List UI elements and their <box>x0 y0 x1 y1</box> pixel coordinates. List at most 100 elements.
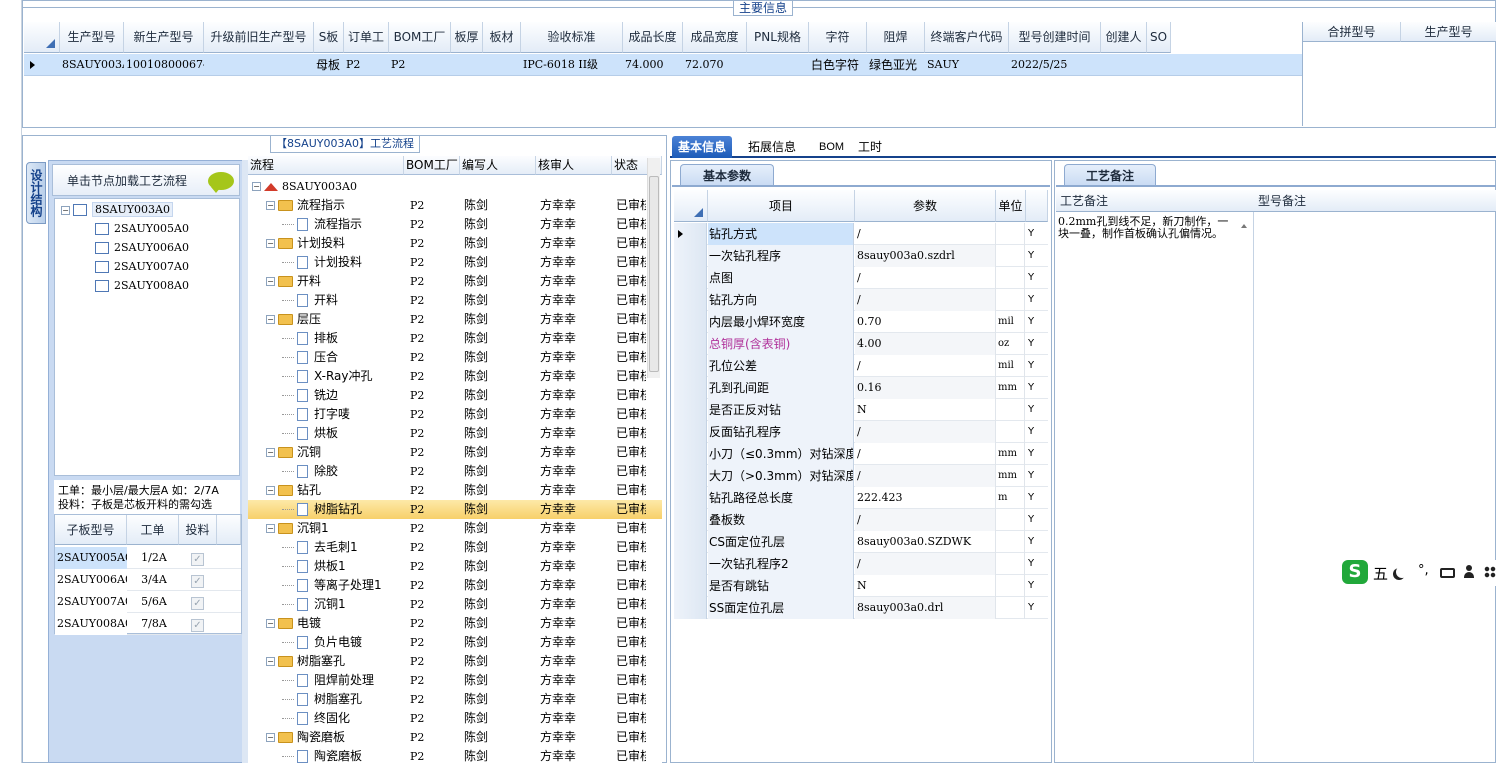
bp-col-param[interactable]: 参数 <box>855 190 996 222</box>
tab-basic-info[interactable]: 基本信息 <box>672 136 733 158</box>
col-header[interactable]: 终端客户代码 <box>925 22 1009 53</box>
structure-node[interactable]: 2SAUY006A0 <box>95 239 189 257</box>
process-row[interactable]: 压合 P2 陈剑 方幸幸 已审核 <box>248 348 662 367</box>
process-row[interactable]: 等离子处理1 P2 陈剑 方幸幸 已审核 <box>248 576 662 595</box>
param-row[interactable]: 是否有跳钻 N Y <box>674 575 1048 597</box>
col-header[interactable]: SO <box>1147 22 1171 53</box>
col-header[interactable]: 升级前旧生产型号 <box>204 22 314 53</box>
feed-checkbox[interactable]: ✓ <box>191 597 204 610</box>
sub-order[interactable]: 7/8A <box>127 613 179 635</box>
col-header[interactable]: 型号创建时间 <box>1009 22 1101 53</box>
process-row[interactable]: 烘板1 P2 陈剑 方幸幸 已审核 <box>248 557 662 576</box>
tab-bom[interactable]: BOM <box>813 136 850 158</box>
structure-node[interactable]: 2SAUY007A0 <box>95 258 189 276</box>
tab-work-hours[interactable]: 工时 <box>852 136 888 158</box>
process-row[interactable]: 终固化 P2 陈剑 方幸幸 已审核 <box>248 709 662 728</box>
sub-board-row[interactable]: 2SAUY005A0 1/2A ✓ <box>55 547 241 569</box>
col-flow[interactable]: 流程 <box>248 156 404 175</box>
param-value[interactable]: / <box>855 289 996 311</box>
cell[interactable]: IPC-6018 II级 <box>521 54 623 76</box>
collapse-icon[interactable]: − <box>266 201 275 210</box>
collapse-icon[interactable]: − <box>266 524 275 533</box>
param-row[interactable]: 总铜厚(含表铜) 4.00 oz Y <box>674 333 1048 355</box>
col-bom-factory[interactable]: BOM工厂 <box>404 156 460 175</box>
user-icon[interactable] <box>1464 565 1474 579</box>
param-value[interactable]: / <box>855 355 996 377</box>
col-header[interactable]: 成品宽度 <box>683 22 747 53</box>
col-header[interactable]: 验收标准 <box>521 22 623 53</box>
cell[interactable]: 10010800067489 <box>124 54 204 76</box>
param-value[interactable]: / <box>855 509 996 531</box>
process-row[interactable]: 开料 P2 陈剑 方幸幸 已审核 <box>248 291 662 310</box>
col-header[interactable]: 创建人 <box>1101 22 1147 53</box>
tree-root-row[interactable]: − 8SAUY003A0 <box>248 177 662 196</box>
cell[interactable]: 2022/5/25 <box>1009 54 1101 76</box>
param-value[interactable]: / <box>855 267 996 289</box>
param-value[interactable]: N <box>855 575 996 597</box>
tab-basic-params[interactable]: 基本参数 <box>680 164 774 186</box>
row-indicator[interactable] <box>674 377 707 399</box>
process-remark-text[interactable]: 0.2mm孔到线不足，新刀制作，一块一叠，制作首板确认孔偏情况。 <box>1058 216 1238 240</box>
param-row[interactable]: 孔到孔间距 0.16 mm Y <box>674 377 1048 399</box>
process-row[interactable]: − 计划投料 P2 陈剑 方幸幸 已审核 <box>248 234 662 253</box>
sub-board-row[interactable]: 2SAUY007A0 5/6A ✓ <box>55 591 241 613</box>
row-indicator[interactable] <box>674 245 707 267</box>
row-indicator[interactable] <box>674 531 707 553</box>
grid-menu-icon[interactable] <box>1484 566 1496 578</box>
process-row[interactable]: 打字唛 P2 陈剑 方幸幸 已审核 <box>248 405 662 424</box>
process-row[interactable]: 铣边 P2 陈剑 方幸幸 已审核 <box>248 386 662 405</box>
row-indicator[interactable] <box>674 289 707 311</box>
process-row[interactable]: − 开料 P2 陈剑 方幸幸 已审核 <box>248 272 662 291</box>
row-indicator[interactable] <box>674 421 707 443</box>
cell[interactable]: 绿色亚光 <box>867 54 925 76</box>
param-row[interactable]: 是否正反对钻 N Y <box>674 399 1048 421</box>
param-row[interactable]: 叠板数 / Y <box>674 509 1048 531</box>
process-row[interactable]: X-Ray冲孔 P2 陈剑 方幸幸 已审核 <box>248 367 662 386</box>
collapse-icon[interactable]: − <box>266 486 275 495</box>
col-reviewer[interactable]: 核审人 <box>536 156 612 175</box>
collapse-icon[interactable]: − <box>266 277 275 286</box>
col-header[interactable]: 生产型号 <box>60 22 124 53</box>
process-row[interactable]: 树脂钻孔 P2 陈剑 方幸幸 已审核 <box>248 500 662 519</box>
process-row[interactable]: 计划投料 P2 陈剑 方幸幸 已审核 <box>248 253 662 272</box>
col-header[interactable]: 成品长度 <box>623 22 683 53</box>
col-header[interactable]: 板材 <box>483 22 521 53</box>
param-row[interactable]: 反面钻孔程序 / Y <box>674 421 1048 443</box>
process-row[interactable]: 陶瓷磨板 P2 陈剑 方幸幸 已审核 <box>248 747 662 766</box>
cell[interactable]: 白色字符 <box>809 54 867 76</box>
row-indicator[interactable] <box>674 355 707 377</box>
process-row[interactable]: 流程指示 P2 陈剑 方幸幸 已审核 <box>248 215 662 234</box>
process-row[interactable]: − 电镀 P2 陈剑 方幸幸 已审核 <box>248 614 662 633</box>
process-row[interactable]: 烘板 P2 陈剑 方幸幸 已审核 <box>248 424 662 443</box>
feed-checkbox[interactable]: ✓ <box>191 575 204 588</box>
collapse-icon[interactable]: − <box>266 733 275 742</box>
param-value[interactable]: / <box>855 421 996 443</box>
row-indicator[interactable] <box>674 465 707 487</box>
param-value[interactable]: 0.16 <box>855 377 996 399</box>
ime-logo-icon[interactable]: S <box>1342 560 1368 584</box>
bp-col-item[interactable]: 项目 <box>708 190 855 222</box>
process-row[interactable]: 负片电镀 P2 陈剑 方幸幸 已审核 <box>248 633 662 652</box>
param-value[interactable]: / <box>855 465 996 487</box>
col-writer[interactable]: 编写人 <box>460 156 536 175</box>
param-row[interactable]: 钻孔方式 / Y <box>674 223 1048 245</box>
collapse-icon[interactable]: − <box>266 315 275 324</box>
cell[interactable]: 74.000 <box>623 54 683 76</box>
merge-col-header[interactable]: 合拼型号 <box>1303 22 1401 42</box>
bp-col-flag[interactable] <box>1026 190 1048 222</box>
param-row[interactable]: 小刀（≤0.3mm）对钻深度 / mm Y <box>674 443 1048 465</box>
bp-corner[interactable] <box>674 190 708 222</box>
process-row[interactable]: − 陶瓷磨板 P2 陈剑 方幸幸 已审核 <box>248 728 662 747</box>
row-indicator[interactable] <box>674 597 707 619</box>
feed-checkbox[interactable]: ✓ <box>191 553 204 566</box>
structure-node[interactable]: 2SAUY008A0 <box>95 277 189 295</box>
param-value[interactable]: / <box>855 223 996 245</box>
cell[interactable]: P2 <box>344 54 389 76</box>
param-value[interactable]: N <box>855 399 996 421</box>
sub-order[interactable]: 5/6A <box>127 591 179 613</box>
col-header[interactable]: 新生产型号 <box>124 22 204 53</box>
param-row[interactable]: 大刀（>0.3mm）对钻深度 / mm Y <box>674 465 1048 487</box>
row-indicator[interactable] <box>674 333 707 355</box>
moon-icon[interactable] <box>1396 566 1408 578</box>
process-row[interactable]: − 钻孔 P2 陈剑 方幸幸 已审核 <box>248 481 662 500</box>
